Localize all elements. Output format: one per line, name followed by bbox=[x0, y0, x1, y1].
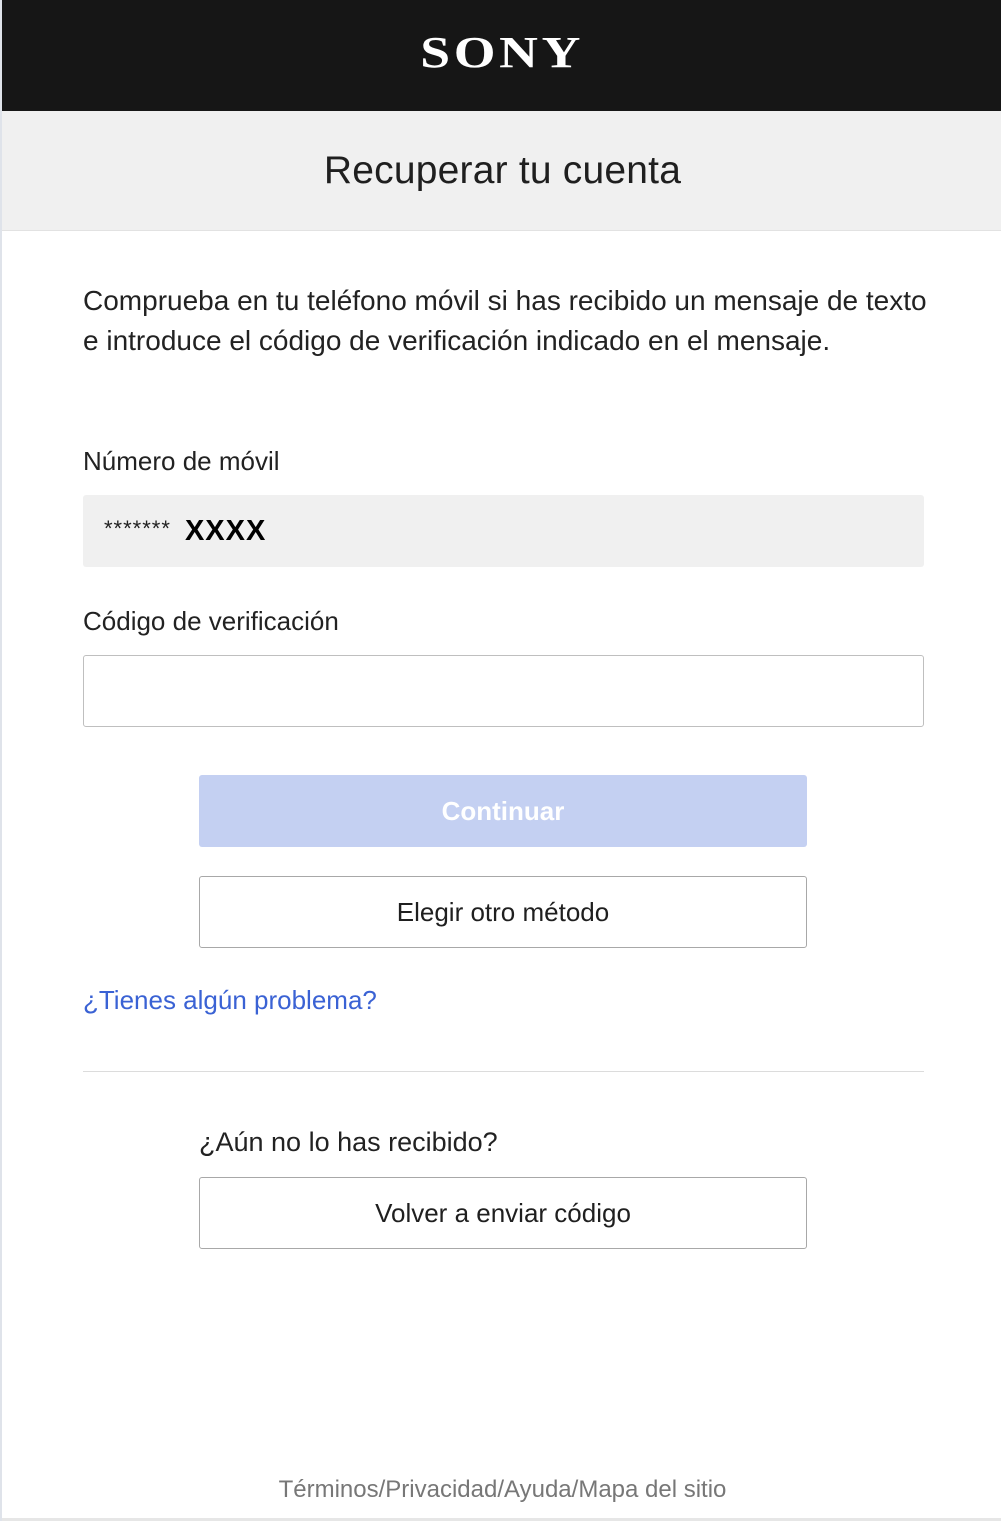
footer-terms-link[interactable]: Términos bbox=[279, 1476, 379, 1503]
footer-help-link[interactable]: Ayuda bbox=[504, 1476, 572, 1503]
footer-sitemap-link[interactable]: Mapa del sitio bbox=[578, 1476, 726, 1503]
footer-links: Términos/Privacidad/Ayuda/Mapa del sitio bbox=[2, 1476, 1001, 1504]
title-band: Recuperar tu cuenta bbox=[2, 111, 1001, 231]
page-title: Recuperar tu cuenta bbox=[323, 148, 682, 192]
phone-last-digits: XXXX bbox=[184, 514, 267, 547]
footer-privacy-link[interactable]: Privacidad bbox=[385, 1476, 497, 1503]
divider bbox=[83, 1071, 924, 1072]
trouble-help-link[interactable]: ¿Tienes algún problema? bbox=[83, 985, 377, 1016]
sony-logo[interactable]: SONY bbox=[421, 27, 585, 78]
verification-code-label: Código de verificación bbox=[83, 606, 339, 636]
phone-number-display: ******* XXXX bbox=[83, 495, 924, 567]
instructions-text: Comprueba en tu teléfono móvil si has re… bbox=[83, 285, 927, 356]
phone-label: Número de móvil bbox=[83, 446, 280, 476]
verification-code-input[interactable] bbox=[83, 655, 924, 727]
recovery-page: SONY Recuperar tu cuenta Comprueba en tu… bbox=[0, 0, 1001, 1521]
header-bar: SONY bbox=[2, 0, 1001, 111]
resend-code-button[interactable]: Volver a enviar código bbox=[199, 1177, 807, 1249]
not-received-label: ¿Aún no lo has recibido? bbox=[199, 1127, 498, 1157]
phone-mask: ******* bbox=[104, 516, 171, 541]
choose-other-method-button[interactable]: Elegir otro método bbox=[199, 876, 807, 948]
continue-button[interactable]: Continuar bbox=[199, 775, 807, 847]
